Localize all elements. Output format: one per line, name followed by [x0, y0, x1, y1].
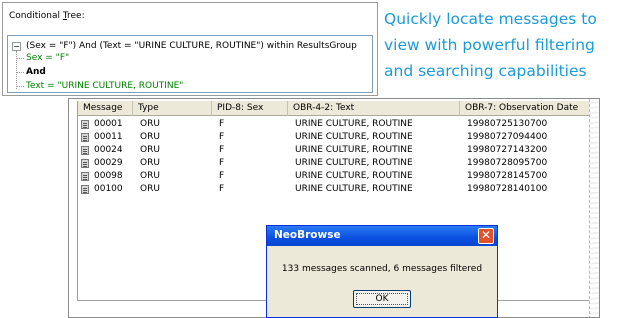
cell-text: URINE CULTURE, ROUTINE [295, 158, 413, 168]
message-document-icon [81, 185, 89, 194]
table-row[interactable]: 00100 ORU F URINE CULTURE, ROUTINE 199807281… [78, 183, 599, 196]
ok-button-label: OK [375, 294, 389, 304]
cell-text: URINE CULTURE, ROUTINE [295, 184, 413, 194]
cell-observation-date: 19980727143200 [467, 145, 548, 155]
table-row[interactable]: 00001 ORU F URINE CULTURE, ROUTINE 199807251… [78, 118, 599, 131]
cell-message: 00100 [94, 184, 123, 194]
cell-observation-date: 19980728095700 [467, 158, 548, 168]
cell-observation-date: 19980727094400 [467, 132, 548, 142]
cell-message: 00011 [94, 132, 123, 142]
table-row[interactable]: 00011 ORU F URINE CULTURE, ROUTINE 199807270… [78, 131, 599, 144]
cell-message: 00029 [94, 158, 123, 168]
conditional-tree-label: Conditional Tree: [9, 11, 85, 21]
cell-message: 00098 [94, 171, 123, 181]
tree-node-root[interactable]: (Sex = "F") And (Text = "URINE CULTURE, … [26, 41, 357, 51]
tree-node-sex[interactable]: Sex = "F" [26, 53, 69, 63]
column-header-type[interactable]: Type [133, 101, 212, 116]
table-row[interactable]: 00098 ORU F URINE CULTURE, ROUTINE 199807281… [78, 170, 599, 183]
conditional-tree-view[interactable]: − (Sex = "F") And (Text = "URINE CULTURE… [7, 35, 373, 93]
cell-sex: F [219, 145, 225, 155]
cell-message: 00001 [94, 119, 123, 129]
cell-type: ORU [140, 145, 160, 155]
cell-text: URINE CULTURE, ROUTINE [295, 145, 413, 155]
cell-message: 00024 [94, 145, 123, 155]
tree-branch [17, 72, 24, 73]
torn-edge-decoration [589, 99, 599, 317]
marketing-caption: Quickly locate messages to view with pow… [384, 6, 628, 84]
caption-line-1: Quickly locate messages to [384, 10, 597, 28]
cell-observation-date: 19980725130700 [467, 119, 548, 129]
message-document-icon [81, 133, 89, 142]
caption-line-2: view with powerful filtering [384, 36, 595, 54]
cell-type: ORU [140, 171, 160, 181]
column-header-message[interactable]: Message [78, 101, 133, 116]
dialog-title: NeoBrowse [274, 229, 341, 241]
cell-type: ORU [140, 184, 160, 194]
cell-observation-date: 19980728140100 [467, 184, 548, 194]
conditional-tree-panel: Conditional Tree: − (Sex = "F") And (Tex… [2, 2, 378, 96]
cell-text: URINE CULTURE, ROUTINE [295, 119, 413, 129]
dialog-message: 133 messages scanned, 6 messages filtere… [281, 264, 483, 274]
message-document-icon [81, 146, 89, 155]
cell-text: URINE CULTURE, ROUTINE [295, 132, 413, 142]
table-row[interactable]: 00029 ORU F URINE CULTURE, ROUTINE 199807280… [78, 157, 599, 170]
column-header-observation-date[interactable]: OBR-7: Observation Date [460, 101, 599, 116]
cell-sex: F [219, 158, 225, 168]
tree-node-and[interactable]: And [26, 67, 46, 77]
message-document-icon [81, 172, 89, 181]
dialog-titlebar[interactable]: NeoBrowse ✕ [267, 226, 497, 246]
tree-node-text[interactable]: Text = "URINE CULTURE, ROUTINE" [26, 81, 183, 91]
cell-type: ORU [140, 132, 160, 142]
cell-observation-date: 19980728145700 [467, 171, 548, 181]
neobrowse-dialog: NeoBrowse ✕ 133 messages scanned, 6 mess… [266, 225, 498, 318]
ok-button[interactable]: OK [353, 290, 411, 308]
caption-line-3: and searching capabilities [384, 62, 587, 80]
list-header: Message Type PID-8: Sex OBR-4-2: Text OB… [78, 101, 599, 116]
cell-type: ORU [140, 119, 160, 129]
tree-branch [17, 58, 24, 59]
column-header-sex[interactable]: PID-8: Sex [212, 101, 288, 116]
cell-sex: F [219, 184, 225, 194]
close-icon[interactable]: ✕ [478, 228, 494, 244]
cell-sex: F [219, 132, 225, 142]
collapse-icon[interactable]: − [12, 42, 21, 51]
message-document-icon [81, 120, 89, 129]
table-row[interactable]: 00024 ORU F URINE CULTURE, ROUTINE 199807271… [78, 144, 599, 157]
tree-branch [17, 86, 24, 87]
tree-connector [16, 51, 17, 89]
message-document-icon [81, 159, 89, 168]
cell-type: ORU [140, 158, 160, 168]
cell-text: URINE CULTURE, ROUTINE [295, 171, 413, 181]
cell-sex: F [219, 171, 225, 181]
column-header-text[interactable]: OBR-4-2: Text [288, 101, 460, 116]
cell-sex: F [219, 119, 225, 129]
